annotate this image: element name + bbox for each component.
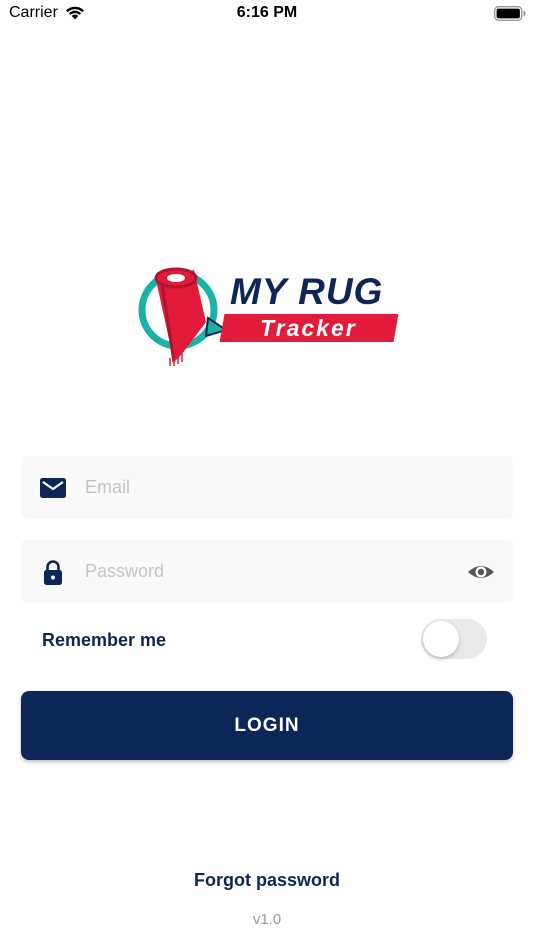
envelope-icon <box>40 478 66 498</box>
eye-icon[interactable] <box>466 558 496 586</box>
email-field-container <box>21 456 513 519</box>
toggle-knob <box>423 621 459 657</box>
status-bar: Carrier 6:16 PM <box>0 0 534 30</box>
logo-text-tracker: Tracker <box>260 315 357 341</box>
remember-me-label: Remember me <box>42 630 167 650</box>
logo-text-my-rug: MY RUG <box>230 271 384 312</box>
lock-icon <box>44 560 62 585</box>
password-input[interactable] <box>83 540 463 603</box>
clock: 6:16 PM <box>236 4 298 21</box>
remember-me-toggle[interactable] <box>421 619 487 659</box>
app-logo: MY RUG Tracker <box>134 262 402 370</box>
version-label: v1.0 <box>252 911 282 928</box>
email-input[interactable] <box>83 456 463 519</box>
rug-roll-logo-mark <box>138 267 229 366</box>
forgot-password-link[interactable]: Forgot password <box>0 868 534 892</box>
login-button[interactable]: LOGIN <box>21 691 513 760</box>
password-field-container <box>21 540 513 603</box>
battery-full-icon <box>494 6 526 21</box>
